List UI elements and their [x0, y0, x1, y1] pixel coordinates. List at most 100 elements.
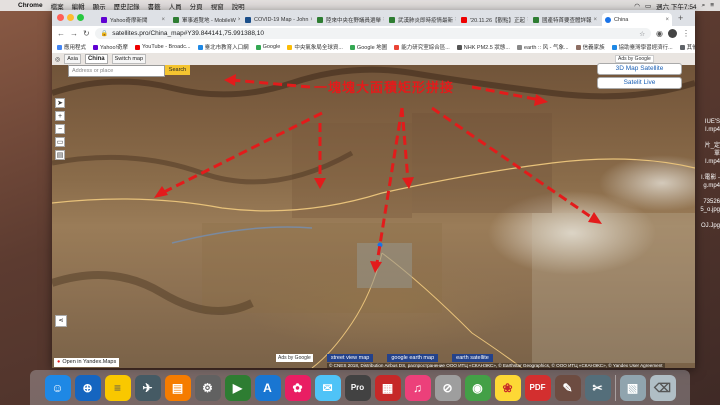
ads-label[interactable]: Ads by Google: [615, 55, 654, 63]
layers-icon[interactable]: ▤: [55, 150, 65, 160]
bookmark-apps[interactable]: 應用程式: [57, 43, 86, 51]
desktop-file-label[interactable]: IUE'S: [700, 118, 720, 126]
pdf-app-icon[interactable]: PDF: [524, 374, 551, 401]
search-button[interactable]: Search: [165, 65, 190, 75]
open-yandex-link[interactable]: ● Open in Yandex.Maps: [54, 357, 120, 367]
bookmark-item[interactable]: 中央氣象局全球資...: [287, 43, 343, 51]
ads-by-google-label[interactable]: Ads by Google: [276, 354, 313, 362]
search-icon[interactable]: ⌕: [702, 2, 706, 10]
earth-satellite-link[interactable]: earth satellite: [452, 354, 493, 362]
close-tab-icon[interactable]: ×: [663, 17, 669, 23]
bookmark-item[interactable]: 臺北市教育入口網: [197, 43, 249, 51]
new-tab-icon[interactable]: +: [674, 13, 687, 23]
photos-icon[interactable]: ✿: [284, 374, 311, 401]
switch-map-button[interactable]: Switch map: [111, 54, 147, 64]
ruler-icon[interactable]: ▭: [55, 137, 65, 147]
tab-report[interactable]: 國產特首要查體詳報 ×: [530, 13, 600, 26]
close-tab-icon[interactable]: ×: [525, 17, 528, 23]
bookmark-item[interactable]: Yahoo!奇摩: [93, 43, 128, 51]
facetime-icon[interactable]: ▶: [224, 374, 251, 401]
tab-covid-map[interactable]: COVID-19 Map - John×: [242, 13, 312, 26]
satellite-map[interactable]: ◎ Asia China Switch map Address or place…: [52, 53, 695, 368]
desktop-file-label[interactable]: g.mp4: [700, 182, 720, 190]
desktop-file-label[interactable]: [700, 190, 720, 198]
safari-icon[interactable]: ⊕: [74, 374, 101, 401]
preview-2-icon[interactable]: ▧: [619, 374, 646, 401]
street-view-map-link[interactable]: street view map: [326, 354, 374, 362]
finder-icon[interactable]: ☺: [44, 374, 71, 401]
tab-china[interactable]: China ×: [602, 13, 672, 26]
close-tab-icon[interactable]: ×: [453, 17, 456, 23]
chrome-icon[interactable]: ◉: [464, 374, 491, 401]
other-bookmarks[interactable]: 其他書籤: [679, 43, 695, 51]
share-icon[interactable]: ⋖: [55, 315, 67, 327]
minimize-window-icon[interactable]: [67, 14, 74, 21]
desktop-file-label[interactable]: I.電影 -: [700, 174, 720, 182]
address-bar[interactable]: 🔒 satellites.pro/China_map#Y39.844141,75…: [94, 28, 652, 39]
utilities-icon[interactable]: ✂: [584, 374, 611, 401]
menu-list-icon[interactable]: ≡: [710, 2, 714, 9]
desktop-file-label[interactable]: [700, 214, 720, 222]
menu-edit[interactable]: 編輯: [68, 1, 89, 11]
region-select[interactable]: China: [84, 54, 108, 64]
trash-icon[interactable]: ⌫: [649, 374, 676, 401]
tab-yahoo-news[interactable]: Yahoo奇摩新聞 ×: [98, 13, 168, 26]
notes-icon[interactable]: ≡: [104, 374, 131, 401]
mail-icon[interactable]: ✉: [314, 374, 341, 401]
3d-map-satellite-button[interactable]: 3D Map Satellite: [597, 63, 682, 75]
preview-icon[interactable]: ▤: [164, 374, 191, 401]
menu-history[interactable]: 歷史記錄: [110, 1, 144, 11]
site-logo-icon[interactable]: ◎: [55, 56, 60, 63]
avatar[interactable]: [668, 29, 677, 38]
star-icon[interactable]: ☆: [639, 30, 645, 38]
close-tab-icon[interactable]: ×: [159, 17, 165, 23]
zoom-window-icon[interactable]: [77, 14, 84, 21]
desktop-file-label[interactable]: 73526: [700, 198, 720, 206]
bookmark-item[interactable]: 信義家族: [575, 43, 605, 51]
menu-help[interactable]: 說明: [228, 1, 249, 11]
photos-app-icon[interactable]: ❀: [494, 374, 521, 401]
bookmark-item[interactable]: NHK PM2.5 狀態...: [456, 43, 510, 51]
tab-election[interactable]: 陸來中央在野議員選舉×: [314, 13, 384, 26]
desktop-file-label[interactable]: 片_定單: [700, 142, 720, 158]
bookmark-item[interactable]: Google 地圖: [349, 43, 387, 51]
menu-window[interactable]: 視窗: [207, 1, 228, 11]
reload-icon[interactable]: ↻: [83, 29, 90, 38]
desktop-file-label[interactable]: I.mp4: [700, 158, 720, 166]
address-search-input[interactable]: Address or place: [68, 65, 165, 77]
close-tab-icon[interactable]: ×: [236, 17, 240, 23]
tab-youtube[interactable]: '20.11.26【觀點】正起×: [458, 13, 528, 26]
google-earth-map-link[interactable]: google earth map: [387, 354, 439, 362]
clock[interactable]: 週六 下午7:54: [656, 1, 696, 11]
bookmark-item[interactable]: Google: [255, 44, 280, 50]
forward-icon[interactable]: →: [70, 29, 78, 38]
wifi-icon[interactable]: ◠: [634, 2, 640, 10]
menu-file[interactable]: 檔案: [47, 1, 68, 11]
desktop-file-label[interactable]: 5_o.jpg: [700, 206, 720, 214]
bookmark-item[interactable]: 協助臺灣學習經濟行...: [611, 43, 673, 51]
app-store-icon[interactable]: A: [254, 374, 281, 401]
extension-icon[interactable]: ◉: [656, 29, 663, 38]
back-icon[interactable]: ←: [57, 29, 65, 38]
paint-app-icon[interactable]: ✎: [554, 374, 581, 401]
bookmark-item[interactable]: earth :: 风 - 气象...: [516, 43, 569, 51]
battery-icon[interactable]: ▭: [645, 2, 651, 10]
itunes-icon[interactable]: ♫: [404, 374, 431, 401]
zoom-in-button[interactable]: +: [55, 111, 65, 121]
chrome-menu-icon[interactable]: ⋮: [682, 29, 690, 38]
menu-tab[interactable]: 分頁: [186, 1, 207, 11]
tab-military[interactable]: 軍事遊覽地 - MobileW ×: [170, 13, 240, 26]
close-tab-icon[interactable]: ×: [381, 17, 384, 23]
close-window-icon[interactable]: [57, 14, 64, 21]
locate-icon[interactable]: ➤: [55, 98, 65, 108]
desktop-file-label[interactable]: [700, 134, 720, 142]
desktop-file-label[interactable]: OJ.Jpg: [700, 222, 720, 230]
bookmark-item[interactable]: 能力研究室綜合區...: [394, 43, 450, 51]
menu-app[interactable]: Chrome: [14, 2, 47, 9]
desktop-file-label[interactable]: I.mp4: [700, 126, 720, 134]
desktop-file-label[interactable]: [700, 166, 720, 174]
launchpad-icon[interactable]: ✈: [134, 374, 161, 401]
system-preferences-icon[interactable]: ⚙: [194, 374, 221, 401]
lock-icon[interactable]: 🔒: [101, 30, 108, 37]
close-tab-icon[interactable]: ×: [592, 17, 598, 23]
